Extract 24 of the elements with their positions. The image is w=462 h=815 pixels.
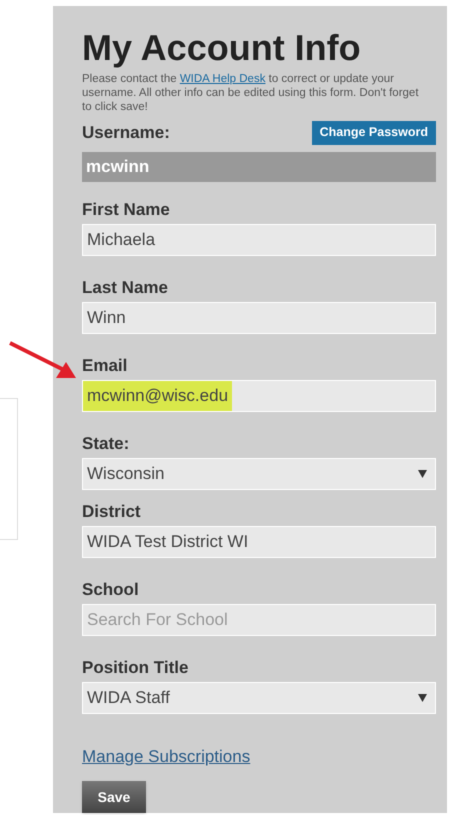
save-button[interactable]: Save <box>82 781 146 813</box>
dropdown-arrow-icon <box>418 470 427 478</box>
select-field[interactable]: WIDA Staff <box>82 682 436 714</box>
username-value: mcwinn <box>82 152 436 182</box>
field-label: District <box>82 502 142 522</box>
input-field[interactable]: Michaela <box>82 224 436 256</box>
change-password-button[interactable]: Change Password <box>312 120 436 145</box>
highlighted-text: mcwinn@wisc.edu <box>83 380 232 410</box>
username-label: Username: <box>82 122 170 144</box>
field-label: State: <box>82 434 130 454</box>
select-field[interactable]: Wisconsin <box>82 458 436 490</box>
manage-subscriptions-link[interactable]: Manage Subscriptions <box>82 744 250 769</box>
help-desk-link[interactable]: WIDA Help Desk <box>180 73 266 85</box>
field-label: First Name <box>82 200 171 220</box>
intro-text: Please contact the WIDA Help Desk to correct or update your username. All other info can be edited using this form. Don't forget to click save! <box>82 72 420 114</box>
field-label: Email <box>82 356 128 376</box>
page-title: My Account Info <box>82 28 362 68</box>
field-label: Last Name <box>82 278 169 298</box>
input-field[interactable]: WIDA Test District WI <box>82 526 436 558</box>
field-label: Position Title <box>82 658 190 678</box>
field-label: School <box>82 580 140 600</box>
input-field[interactable]: Winn <box>82 302 436 334</box>
dropdown-arrow-icon <box>418 694 427 702</box>
input-field[interactable]: mcwinn@wisc.edu <box>82 380 436 412</box>
